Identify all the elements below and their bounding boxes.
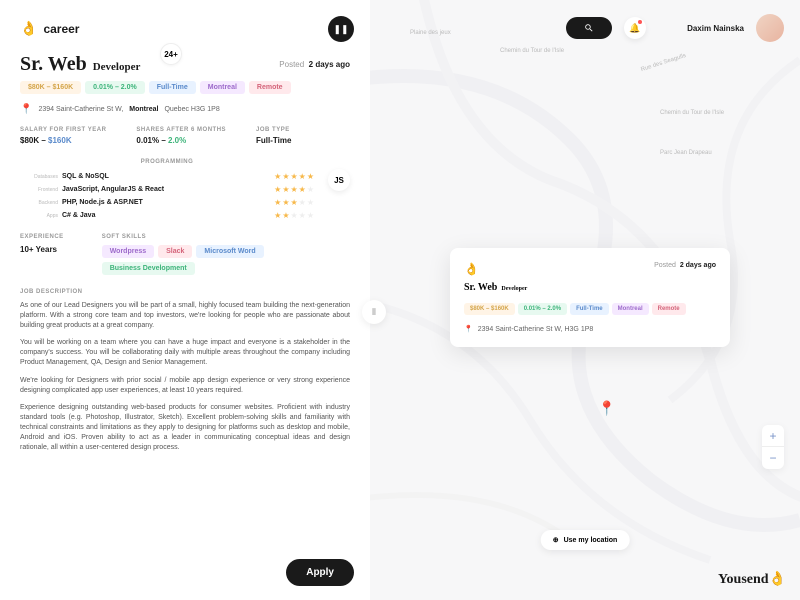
description-paragraph: You will be working on a team where you …: [20, 338, 350, 367]
job-address: 📍 2394 Saint-Catherine St W, Montreal Qu…: [20, 104, 350, 115]
zoom-in-button[interactable]: +: [762, 425, 784, 447]
info-grid: SALARY FOR FIRST YEAR $80K – $160K SHARE…: [20, 127, 350, 145]
soft-skills: SOFT SKILLS Wordpress Slack Microsoft Wo…: [102, 234, 302, 275]
panel-resize-handle[interactable]: ⦀: [362, 300, 386, 324]
experience-row: EXPERIENCE 10+ Years SOFT SKILLS Wordpre…: [20, 234, 350, 275]
job-title-main: Sr. Web: [20, 53, 87, 76]
pin-icon: 📍: [20, 104, 32, 115]
star-icon: ★: [307, 211, 314, 220]
map-label: Parc Jean Drapeau: [660, 150, 712, 156]
star-icon: ★: [299, 172, 306, 181]
job-title: Sr. Web Developer 24+: [20, 53, 350, 76]
card-posted: Posted 2 days ago: [654, 262, 716, 269]
skill-row: AppsC# & Java★★★★★: [20, 209, 314, 222]
tag-fulltime: Full-Time: [149, 81, 196, 94]
ok-icon: 👌: [769, 572, 786, 587]
experience: EXPERIENCE 10+ Years: [20, 234, 64, 275]
card-title: Sr. Web Developer: [464, 282, 716, 293]
search-icon: [584, 23, 594, 33]
map-label: Chemin du Tour de l'Isle: [660, 110, 724, 116]
star-icon: ★: [290, 211, 297, 220]
info-shares: SHARES AFTER 6 MONTHS 0.01% – 2.0%: [136, 127, 226, 145]
job-description: As one of our Lead Designers you will be…: [20, 301, 350, 452]
logo: 👌 career: [20, 20, 350, 37]
star-icon: ★: [299, 185, 306, 194]
notification-button[interactable]: 🔔: [624, 17, 646, 39]
skills-block: PROGRAMMING DatabasesSQL & NoSQL★★★★★Fro…: [20, 159, 350, 222]
star-icon: ★: [290, 198, 297, 207]
star-icon: ★: [282, 198, 289, 207]
description-paragraph: As one of our Lead Designers you will be…: [20, 301, 350, 330]
map-pin-icon[interactable]: 📍: [598, 400, 615, 417]
skill-row: FrontendJavaScript, AngularJS & React★★★…: [20, 183, 314, 196]
card-tags: $80K – $160K 0.01% – 2.0% Full-Time Mont…: [464, 303, 716, 315]
soft-bizdev: Business Development: [102, 262, 195, 275]
tag-location: Montreal: [200, 81, 245, 94]
skill-row: BackendPHP, Node.js & ASP.NET★★★★★: [20, 196, 314, 209]
star-icon: ★: [290, 185, 297, 194]
topbar: 🔔 Daxim Nainska: [370, 14, 800, 42]
star-icon: ★: [274, 172, 281, 181]
logo-icon: 👌: [20, 20, 37, 37]
star-icon: ★: [282, 172, 289, 181]
description-paragraph: We're looking for Designers with prior s…: [20, 376, 350, 396]
description-label: JOB DESCRIPTION: [20, 289, 350, 295]
soft-wordpress: Wordpress: [102, 245, 154, 258]
card-address: 📍 2394 Saint-Catherine St W, H3G 1P8: [464, 325, 716, 333]
map-panel: Plaine des jeux Chemin du Tour de l'Isle…: [370, 0, 800, 600]
info-jobtype: JOB TYPE Full-Time: [256, 127, 291, 145]
star-icon: ★: [307, 172, 314, 181]
search-button[interactable]: [566, 17, 612, 39]
pin-icon: 📍: [464, 325, 473, 333]
bell-icon: 🔔: [629, 23, 640, 34]
star-icon: ★: [282, 211, 289, 220]
map-label: Chemin du Tour de l'Isle: [500, 48, 564, 54]
description-paragraph: Experience designing outstanding web-bas…: [20, 403, 350, 452]
star-icon: ★: [307, 198, 314, 207]
use-location-button[interactable]: ⊕ Use my location: [541, 530, 630, 550]
star-icon: ★: [299, 198, 306, 207]
applicant-badge: 24+: [160, 43, 182, 65]
apply-button[interactable]: Apply: [286, 559, 354, 586]
job-tags: $80K – $160K 0.01% – 2.0% Full-Time Mont…: [20, 81, 350, 94]
js-badge: JS: [328, 169, 350, 191]
star-icon: ★: [290, 172, 297, 181]
soft-slack: Slack: [158, 245, 192, 258]
user-name: Daxim Nainska: [687, 24, 744, 33]
notification-dot: [638, 20, 642, 24]
star-icon: ★: [274, 211, 281, 220]
soft-word: Microsoft Word: [196, 245, 263, 258]
job-detail-panel: 👌 career ❚❚ Sr. Web Developer 24+ Posted…: [0, 0, 370, 600]
zoom-control: + −: [762, 425, 784, 469]
skills-header: PROGRAMMING: [20, 159, 314, 165]
tag-salary: $80K – $160K: [20, 81, 81, 94]
avatar[interactable]: [756, 14, 784, 42]
zoom-out-button[interactable]: −: [762, 447, 784, 469]
skill-row: DatabasesSQL & NoSQL★★★★★: [20, 170, 314, 183]
star-icon: ★: [282, 185, 289, 194]
map-job-card[interactable]: 👌 Posted 2 days ago Sr. Web Developer $8…: [450, 248, 730, 347]
star-icon: ★: [307, 185, 314, 194]
target-icon: ⊕: [553, 536, 559, 544]
brand-logo: Yousend👌: [718, 571, 786, 588]
tag-remote: Remote: [249, 81, 291, 94]
info-salary: SALARY FOR FIRST YEAR $80K – $160K: [20, 127, 106, 145]
tag-shares: 0.01% – 2.0%: [85, 81, 145, 94]
star-icon: ★: [299, 211, 306, 220]
star-icon: ★: [274, 185, 281, 194]
logo-text: career: [43, 22, 79, 36]
star-icon: ★: [274, 198, 281, 207]
pause-button[interactable]: ❚❚: [328, 16, 354, 42]
job-title-sub: Developer: [93, 61, 141, 73]
